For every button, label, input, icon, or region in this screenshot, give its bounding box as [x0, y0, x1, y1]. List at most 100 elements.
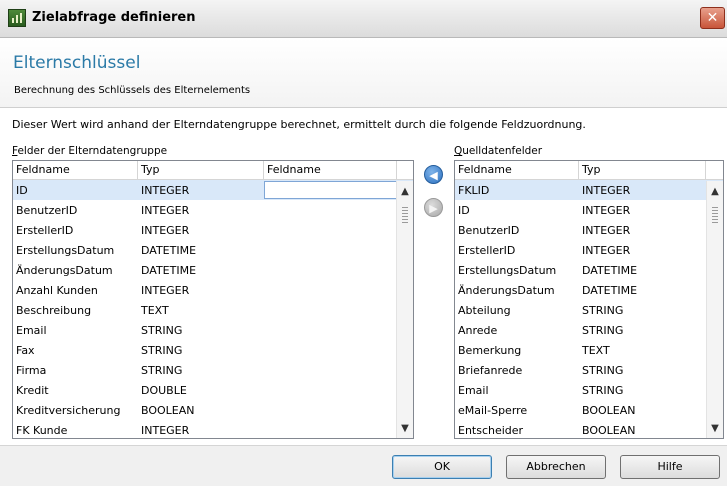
- table-row[interactable]: Anrede STRING: [455, 320, 723, 340]
- table-row[interactable]: ErstellerID INTEGER: [13, 220, 413, 240]
- table-row[interactable]: ID INTEGER: [455, 200, 723, 220]
- vertical-scrollbar[interactable]: ▲ ▼: [396, 181, 413, 438]
- table-header: Feldname Typ: [455, 161, 723, 180]
- table-cell: ÄnderungsDatum: [16, 263, 113, 277]
- table-row[interactable]: Anzahl Kunden INTEGER: [13, 280, 413, 300]
- column-header-typ[interactable]: Typ: [579, 161, 706, 179]
- parent-fields-table: Feldname Typ Feldname ID INTEGER BenutzerI…: [12, 160, 414, 439]
- table-row[interactable]: Email STRING: [13, 320, 413, 340]
- left-group-label: Felder der Elterndatengruppe: [12, 145, 167, 157]
- column-header-typ[interactable]: Typ: [138, 161, 264, 179]
- table-cell: Briefanrede: [458, 363, 523, 377]
- table-cell: ID: [16, 183, 28, 197]
- table-cell: Email: [458, 383, 489, 397]
- app-icon: [8, 9, 26, 27]
- right-group-label-rest: uelldatenfelder: [462, 145, 543, 157]
- table-cell: STRING: [582, 303, 624, 317]
- table-cell: Email: [16, 323, 47, 337]
- table-cell: INTEGER: [582, 243, 631, 257]
- scroll-up-icon[interactable]: ▲: [707, 184, 723, 200]
- table-row[interactable]: Fax STRING: [13, 340, 413, 360]
- table-cell: BOOLEAN: [582, 403, 636, 417]
- table-row[interactable]: Briefanrede STRING: [455, 360, 723, 380]
- description-text: Dieser Wert wird anhand der Elterndateng…: [12, 118, 586, 131]
- table-cell: STRING: [141, 323, 183, 337]
- table-cell: STRING: [582, 383, 624, 397]
- source-fields-table: Feldname Typ FKLID INTEGER ID INTEGER Benutz…: [454, 160, 724, 439]
- table-cell: BenutzerID: [16, 203, 78, 217]
- scroll-down-icon[interactable]: ▼: [397, 421, 413, 437]
- table-cell: STRING: [582, 323, 624, 337]
- table-cell: Anzahl Kunden: [16, 283, 98, 297]
- column-header-feldname[interactable]: Feldname: [13, 161, 138, 179]
- table-cell: INTEGER: [141, 423, 190, 437]
- table-cell: DATETIME: [582, 263, 638, 277]
- ok-button[interactable]: OK: [392, 455, 492, 479]
- table-row[interactable]: ÄnderungsDatum DATETIME: [13, 260, 413, 280]
- table-cell: STRING: [141, 363, 183, 377]
- table-cell: ID: [458, 203, 470, 217]
- table-row[interactable]: Beschreibung TEXT: [13, 300, 413, 320]
- table-cell: ErstellerID: [16, 223, 74, 237]
- table-body: ID INTEGER BenutzerID INTEGER ErstellerID INT…: [13, 180, 413, 438]
- window-title: Zielabfrage definieren: [32, 10, 196, 25]
- table-cell: INTEGER: [141, 183, 190, 197]
- table-row[interactable]: ErstellungsDatum DATETIME: [455, 260, 723, 280]
- table-row[interactable]: BenutzerID INTEGER: [13, 200, 413, 220]
- table-cell: Kreditversicherung: [16, 403, 121, 417]
- table-cell: ErstellungsDatum: [458, 263, 557, 277]
- button-bar: OK Abbrechen Hilfe: [0, 445, 727, 486]
- help-button[interactable]: Hilfe: [620, 455, 720, 479]
- table-cell: BOOLEAN: [582, 423, 636, 437]
- table-row[interactable]: FK Kunde INTEGER: [13, 420, 413, 438]
- scroll-grip-icon[interactable]: [712, 207, 718, 223]
- table-cell: ErstellerID: [458, 243, 516, 257]
- table-cell: INTEGER: [582, 183, 631, 197]
- table-row[interactable]: ID INTEGER: [13, 180, 413, 200]
- table-row[interactable]: ÄnderungsDatum DATETIME: [455, 280, 723, 300]
- table-cell: BenutzerID: [458, 223, 520, 237]
- table-row[interactable]: Entscheider BOOLEAN: [455, 420, 723, 438]
- table-row[interactable]: BenutzerID INTEGER: [455, 220, 723, 240]
- close-button[interactable]: ✕: [700, 7, 725, 29]
- table-cell: BOOLEAN: [141, 403, 195, 417]
- vertical-scrollbar[interactable]: ▲ ▼: [706, 181, 723, 438]
- table-row[interactable]: FKLID INTEGER: [455, 180, 723, 200]
- table-row[interactable]: eMail-Sperre BOOLEAN: [455, 400, 723, 420]
- cancel-button[interactable]: Abbrechen: [506, 455, 606, 479]
- table-cell: Firma: [16, 363, 47, 377]
- table-cell: DATETIME: [141, 243, 197, 257]
- table-cell: Fax: [16, 343, 35, 357]
- scroll-grip-icon[interactable]: [402, 207, 408, 223]
- column-header-feldname-mapping[interactable]: Feldname: [264, 161, 397, 179]
- table-row[interactable]: Kredit DOUBLE: [13, 380, 413, 400]
- table-cell: TEXT: [141, 303, 169, 317]
- table-row[interactable]: Abteilung STRING: [455, 300, 723, 320]
- scroll-up-icon[interactable]: ▲: [397, 184, 413, 200]
- table-cell: Abteilung: [458, 303, 511, 317]
- title-bar: Zielabfrage definieren ✕: [0, 0, 727, 38]
- table-cell: FKLID: [458, 183, 490, 197]
- arrow-right-icon[interactable]: ▶: [424, 198, 443, 217]
- table-cell: Entscheider: [458, 423, 524, 437]
- right-group-label: Quelldatenfelder: [454, 145, 542, 157]
- table-row[interactable]: ErstellerID INTEGER: [455, 240, 723, 260]
- table-row[interactable]: Firma STRING: [13, 360, 413, 380]
- table-cell: DATETIME: [141, 263, 197, 277]
- table-cell: Kredit: [16, 383, 49, 397]
- table-cell: INTEGER: [141, 283, 190, 297]
- table-body: FKLID INTEGER ID INTEGER BenutzerID INTEGER Er…: [455, 180, 723, 438]
- arrow-left-icon[interactable]: ◀: [424, 165, 443, 184]
- table-row[interactable]: Kreditversicherung BOOLEAN: [13, 400, 413, 420]
- wizard-header: Elternschlüssel Berechnung des Schlüssel…: [0, 38, 727, 108]
- table-row[interactable]: Bemerkung TEXT: [455, 340, 723, 360]
- scroll-down-icon[interactable]: ▼: [707, 421, 723, 437]
- table-row[interactable]: Email STRING: [455, 380, 723, 400]
- table-cell: FK Kunde: [16, 423, 68, 437]
- table-row[interactable]: ErstellungsDatum DATETIME: [13, 240, 413, 260]
- column-header-feldname[interactable]: Feldname: [455, 161, 579, 179]
- table-cell: Anrede: [458, 323, 498, 337]
- mapping-edit-field[interactable]: [264, 181, 397, 199]
- table-cell: STRING: [141, 343, 183, 357]
- table-cell: ÄnderungsDatum: [458, 283, 555, 297]
